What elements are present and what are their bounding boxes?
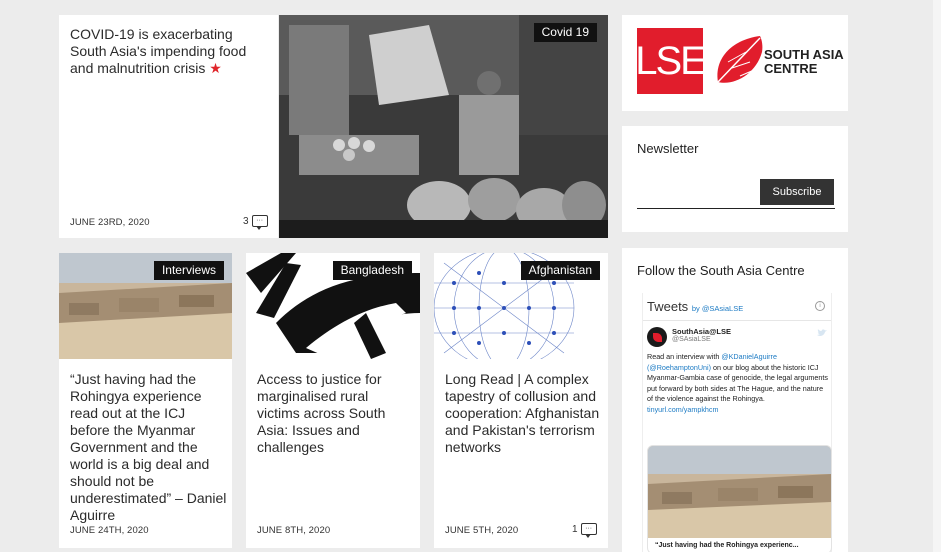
- info-icon[interactable]: i: [815, 301, 825, 311]
- tweets-label: Tweets: [647, 299, 689, 314]
- subscribe-button[interactable]: Subscribe: [760, 179, 834, 205]
- tweet-card-caption: “Just having had the Rohingya experienc.…: [655, 542, 799, 549]
- featured-article-title[interactable]: COVID-19 is exacerbating South Asia's im…: [70, 26, 270, 77]
- tweet-text-1: Read an interview with: [647, 352, 720, 361]
- lse-logo-text: LSE: [635, 38, 707, 83]
- article-comments-link[interactable]: 1 ···: [572, 523, 597, 538]
- article-date: JUNE 8TH, 2020: [257, 525, 331, 536]
- featured-comments-link[interactable]: 3 ···: [243, 215, 268, 230]
- article-card[interactable]: Afghanistan Long Read | A complex tapest…: [434, 253, 608, 548]
- tweet-body: Read an interview with @KDanielAguirre (…: [647, 352, 829, 415]
- twitter-bird-icon: [817, 329, 827, 336]
- tweet-mention-1[interactable]: @KDanielAguirre: [721, 352, 777, 361]
- comment-bubble-icon: ···: [580, 523, 597, 538]
- follow-title: Follow the South Asia Centre: [637, 263, 805, 278]
- article-card[interactable]: Bangladesh Access to justice for margina…: [246, 253, 420, 548]
- leaf-icon: [717, 36, 763, 83]
- article-title[interactable]: “Just having had the Rohingya experience…: [70, 371, 228, 524]
- category-tag-bangladesh[interactable]: Bangladesh: [332, 261, 412, 280]
- lse-logo-card[interactable]: LSE SOUTH ASIA CENTRE: [622, 15, 848, 111]
- twitter-timeline[interactable]: Tweets by @SAsiaLSE i SouthAsia@LSE @SAs…: [642, 293, 832, 552]
- category-tag-covid[interactable]: Covid 19: [533, 23, 597, 42]
- category-tag-afghanistan[interactable]: Afghanistan: [520, 261, 600, 280]
- article-date: JUNE 5TH, 2020: [445, 525, 519, 536]
- comment-count: 1: [572, 523, 578, 535]
- tweet-author-name: SouthAsia@LSE: [672, 327, 731, 336]
- comment-bubble-icon: ···: [251, 215, 268, 230]
- avatar-leaf-icon: [652, 332, 662, 342]
- featured-article-image[interactable]: Covid 19: [279, 15, 608, 238]
- wordmark-line-1: SOUTH ASIA: [764, 47, 844, 62]
- article-title[interactable]: Access to justice for marginalised rural…: [257, 371, 412, 456]
- featured-article-date: JUNE 23RD, 2020: [70, 217, 150, 228]
- page-scrollbar[interactable]: [933, 0, 941, 552]
- lse-logo[interactable]: LSE: [635, 28, 707, 94]
- timeline-divider: [643, 320, 831, 321]
- timeline-header: Tweets by @SAsiaLSE: [647, 299, 743, 314]
- comment-count: 3: [243, 215, 249, 227]
- tweet-avatar[interactable]: [647, 327, 667, 347]
- tweet-link[interactable]: tinyurl.com/yampkhcm: [647, 405, 719, 414]
- article-date: JUNE 24TH, 2020: [70, 525, 149, 536]
- tweets-by-link[interactable]: by @SAsiaLSE: [692, 304, 743, 313]
- article-title[interactable]: Long Read | A complex tapestry of collus…: [445, 371, 600, 456]
- featured-article-card[interactable]: COVID-19 is exacerbating South Asia's im…: [59, 15, 278, 238]
- tweet-card-image: [648, 446, 831, 538]
- south-asia-centre-wordmark: SOUTH ASIA CENTRE: [764, 48, 844, 76]
- category-tag-interviews[interactable]: Interviews: [153, 261, 224, 280]
- newsletter-card: Newsletter Subscribe: [622, 126, 848, 232]
- tweet-author[interactable]: SouthAsia@LSE @SAsiaLSE: [672, 327, 731, 343]
- follow-card: Follow the South Asia Centre Tweets by @…: [622, 248, 848, 552]
- newsletter-title: Newsletter: [637, 141, 699, 156]
- star-icon: ★: [209, 60, 222, 76]
- market-vendor-photo: [279, 15, 608, 238]
- wordmark-line-2: CENTRE: [764, 61, 818, 76]
- tweet-author-handle: @SAsiaLSE: [672, 336, 711, 343]
- article-card[interactable]: Interviews “Just having had the Rohingya…: [59, 253, 232, 548]
- tweet-media-card[interactable]: “Just having had the Rohingya experienc.…: [647, 445, 832, 552]
- tweet-mention-2[interactable]: (@RoehamptonUni): [647, 363, 711, 372]
